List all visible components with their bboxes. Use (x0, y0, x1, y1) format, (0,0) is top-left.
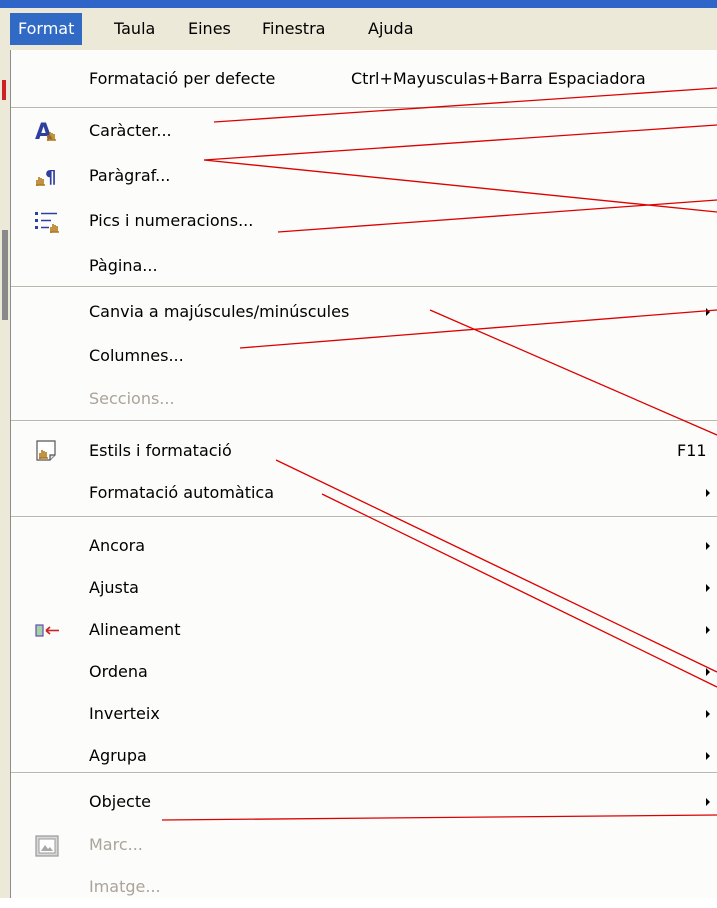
submenu-arrow-icon (706, 710, 710, 718)
menu-item-columns[interactable]: Columnes... (11, 337, 717, 377)
menu-item-label: Ajusta (89, 578, 139, 597)
submenu-arrow-icon (706, 584, 710, 592)
menu-item-label: Canvia a majúscules/minúscules (89, 302, 350, 321)
menu-item-wrap[interactable]: Ajusta (11, 569, 717, 609)
menu-item-flip[interactable]: Inverteix (11, 695, 717, 735)
menu-item-label: Columnes... (89, 346, 184, 365)
menu-item-label: Alineament (89, 620, 181, 639)
submenu-arrow-icon (706, 489, 710, 497)
menubar-ajuda[interactable]: Ajuda (360, 13, 422, 45)
menu-item-label: Seccions... (89, 389, 175, 408)
menubar-finestra[interactable]: Finestra (254, 13, 333, 45)
menu-item-group[interactable]: Agrupa (11, 737, 717, 777)
styles-formatting-icon (33, 438, 61, 466)
menu-item-styles-formatting[interactable]: Estils i formatació F11 (11, 432, 717, 472)
menu-item-bullets-numbering[interactable]: Pics i numeracions... (11, 202, 717, 242)
left-edge-mark (2, 230, 8, 320)
menu-item-alignment[interactable]: Alineament (11, 611, 717, 651)
menu-item-change-case[interactable]: Canvia a majúscules/minúscules (11, 293, 717, 333)
menu-item-label: Inverteix (89, 704, 160, 723)
menubar-eines[interactable]: Eines (180, 13, 239, 45)
menu-item-label: Agrupa (89, 746, 147, 765)
menu-item-label: Estils i formatació (89, 441, 232, 460)
frame-icon (33, 832, 61, 860)
menu-separator (11, 516, 717, 518)
menu-item-label: Paràgraf... (89, 166, 171, 185)
menu-item-object[interactable]: Objecte (11, 783, 717, 823)
menu-item-paragraph[interactable]: ¶ Paràgraf... (11, 157, 717, 197)
paragraph-icon: ¶ (33, 163, 61, 191)
menu-item-label: Marc... (89, 835, 143, 854)
menu-item-image: Imatge... (11, 868, 717, 908)
submenu-arrow-icon (706, 626, 710, 634)
menu-item-label: Formatació per defecte (89, 69, 276, 88)
title-bar-strip (0, 0, 717, 8)
format-dropdown-menu: Formatació per defecte Ctrl+Mayusculas+B… (10, 50, 717, 898)
menu-item-label: Pics i numeracions... (89, 211, 254, 230)
submenu-arrow-icon (706, 798, 710, 806)
submenu-arrow-icon (706, 752, 710, 760)
menu-item-shortcut: Ctrl+Mayusculas+Barra Espaciadora (351, 69, 646, 88)
menu-item-label: Formatació automàtica (89, 483, 275, 502)
svg-text:¶: ¶ (45, 167, 56, 188)
left-edge-mark (2, 80, 6, 100)
submenu-arrow-icon (706, 668, 710, 676)
menu-item-label: Pàgina... (89, 256, 158, 275)
menu-item-sections: Seccions... (11, 380, 717, 420)
menu-item-page[interactable]: Pàgina... (11, 247, 717, 287)
menubar-taula[interactable]: Taula (106, 13, 163, 45)
menu-item-label: Ancora (89, 536, 146, 555)
menu-separator (11, 772, 717, 774)
submenu-arrow-icon (706, 308, 710, 316)
menu-separator (11, 107, 717, 109)
menu-item-default-formatting[interactable]: Formatació per defecte Ctrl+Mayusculas+B… (11, 60, 717, 100)
alignment-icon (33, 617, 61, 645)
menu-item-label: Objecte (89, 792, 151, 811)
menu-item-label: Imatge... (89, 877, 161, 896)
menu-item-label: Caràcter... (89, 121, 172, 140)
menubar-format[interactable]: Format (10, 13, 83, 45)
menu-item-frame: Marc... (11, 826, 717, 866)
menu-item-autoformat[interactable]: Formatació automàtica (11, 474, 717, 514)
menu-separator (11, 286, 717, 288)
bullets-numbering-icon (33, 208, 61, 236)
submenu-arrow-icon (706, 542, 710, 550)
menu-item-anchor[interactable]: Ancora (11, 527, 717, 567)
menu-item-shortcut: F11 (677, 441, 707, 460)
character-icon: A (33, 118, 61, 146)
menu-separator (11, 420, 717, 422)
menu-item-arrange[interactable]: Ordena (11, 653, 717, 693)
menu-item-label: Ordena (89, 662, 148, 681)
menu-item-character[interactable]: A Caràcter... (11, 112, 717, 152)
menu-bar: Format Taula Eines Finestra Ajuda (0, 8, 717, 51)
window-left-edge (0, 50, 10, 898)
